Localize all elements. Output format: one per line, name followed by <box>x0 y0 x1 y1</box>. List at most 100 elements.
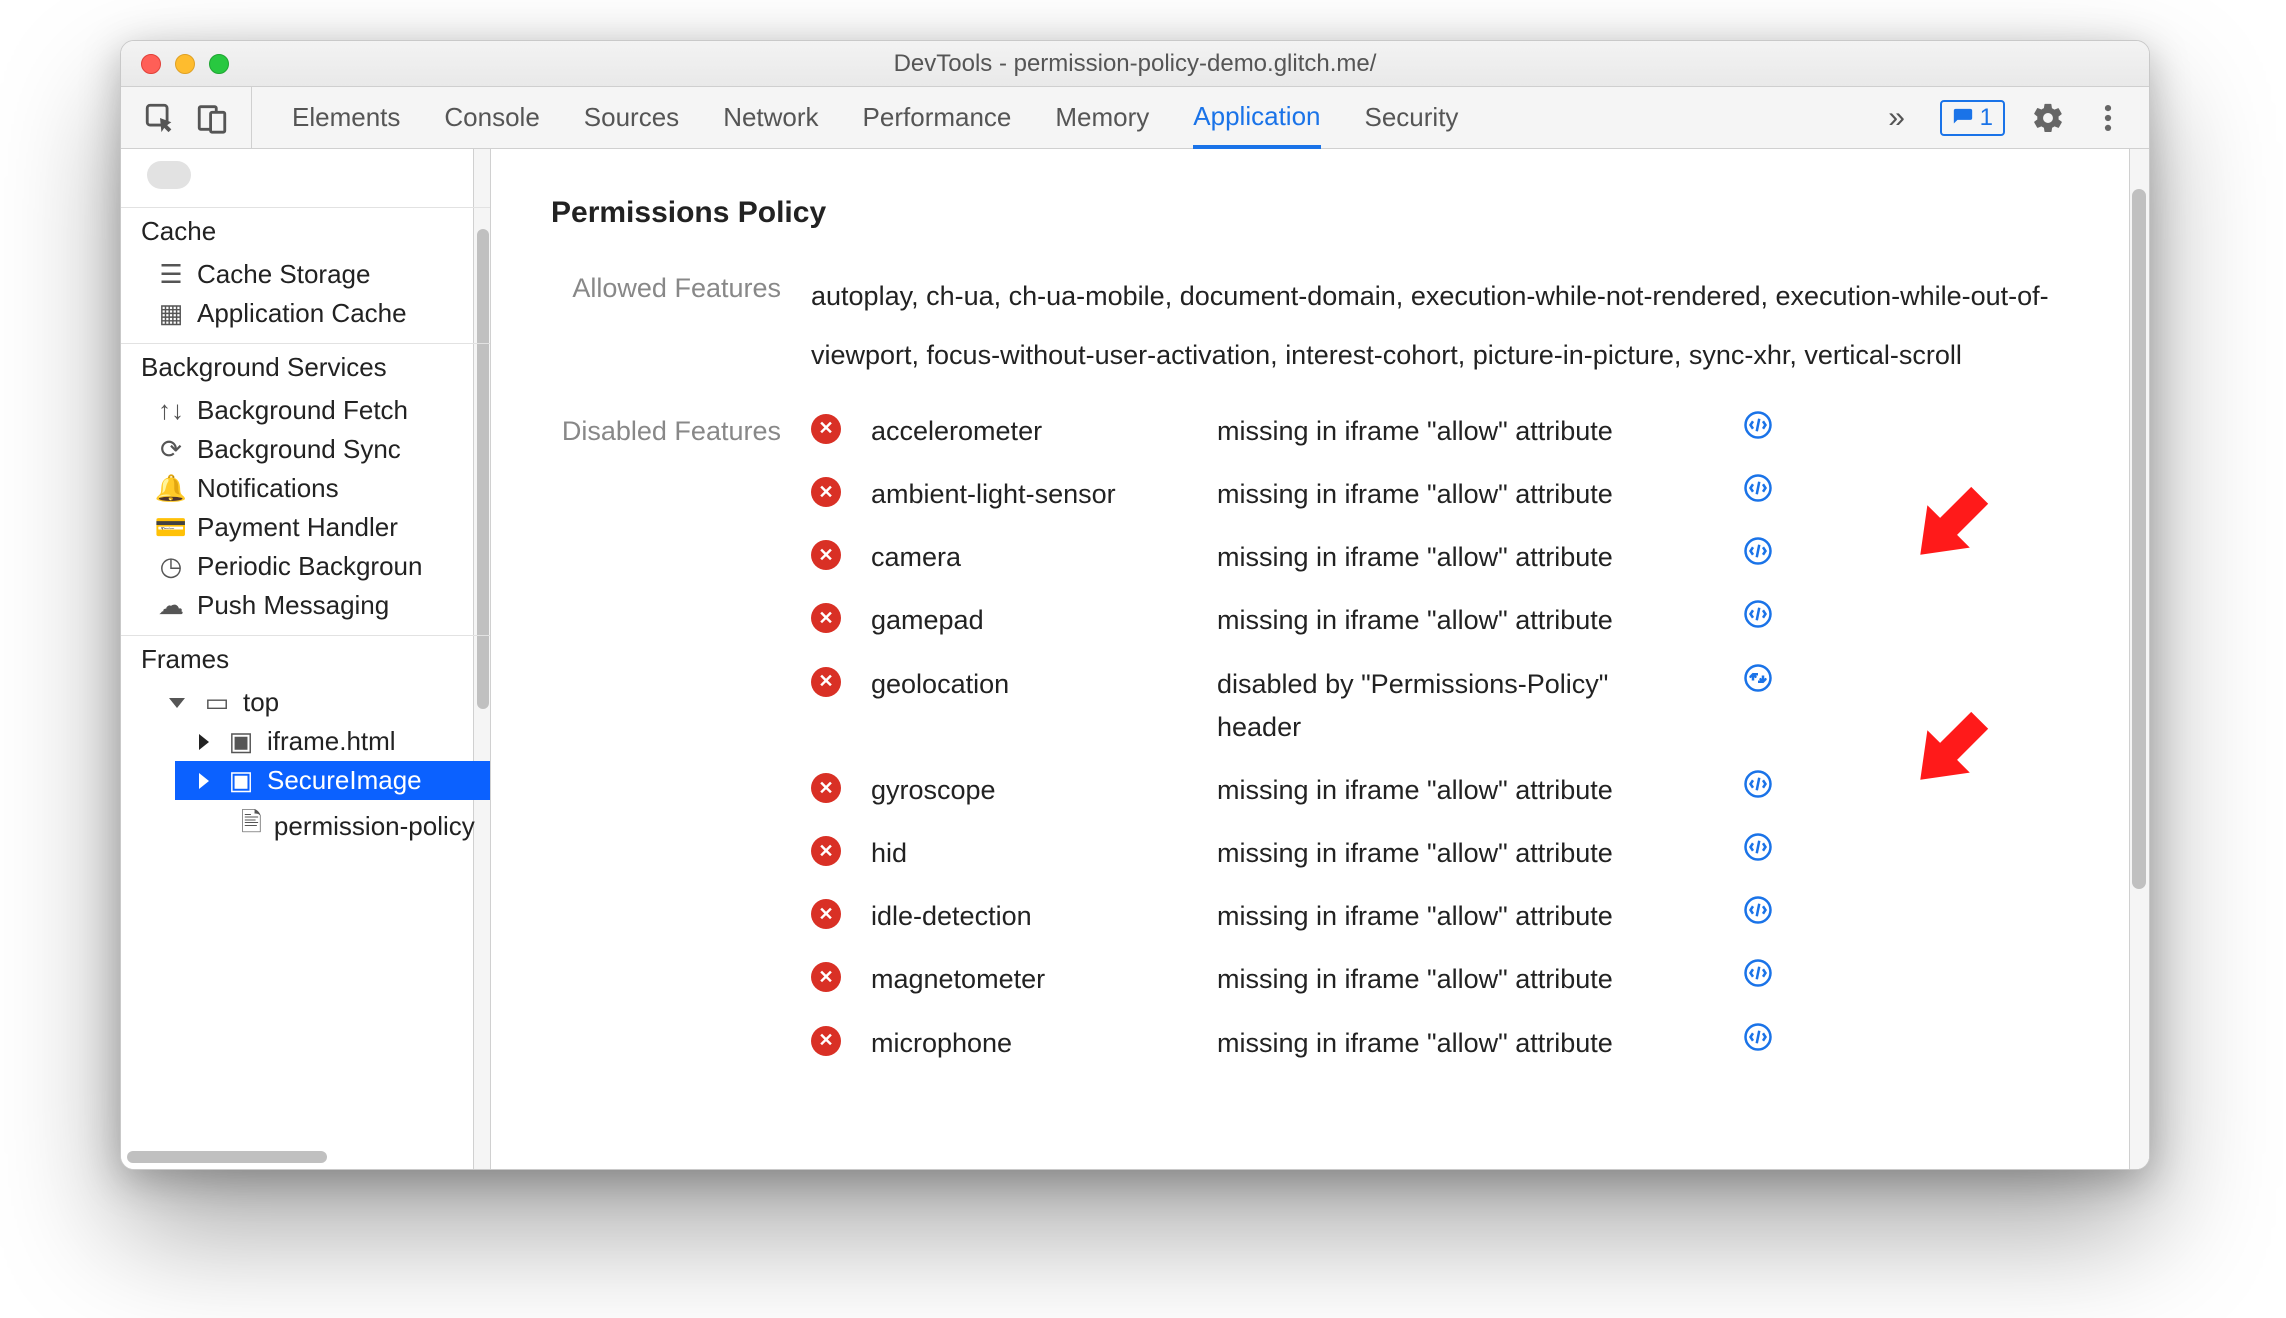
allowed-features-value: autoplay, ch-ua, ch-ua-mobile, document-… <box>811 267 2089 386</box>
sidebar-item-notifications[interactable]: 🔔Notifications <box>121 469 490 508</box>
sidebar-item-background-sync[interactable]: ⟳Background Sync <box>121 430 490 469</box>
feature-reason: missing in iframe "allow" attribute <box>1217 832 1697 875</box>
reveal-element-icon[interactable] <box>1713 473 1803 503</box>
reveal-element-icon[interactable] <box>1713 769 1803 799</box>
error-icon <box>811 414 841 444</box>
devtools-tabbar: Elements Console Sources Network Performance… <box>121 87 2149 149</box>
tab-console[interactable]: Console <box>444 87 539 148</box>
document-icon: 🖹 <box>241 804 262 848</box>
sidebar-scrollbar-horizontal[interactable] <box>127 1151 484 1163</box>
reveal-element-icon[interactable] <box>1713 895 1803 925</box>
annotation-arrow-icon <box>1900 700 2000 805</box>
feature-name: magnetometer <box>871 958 1201 1001</box>
error-icon <box>811 899 841 929</box>
feature-name: hid <box>871 832 1201 875</box>
sync-icon: ⟳ <box>157 434 185 465</box>
frame-icon: ▣ <box>227 726 255 757</box>
feature-reason: missing in iframe "allow" attribute <box>1217 958 1697 1001</box>
cloud-icon: ☁ <box>157 590 185 621</box>
sidebar-frame-secureimage[interactable]: ▣SecureImage <box>175 761 490 800</box>
reveal-element-icon[interactable] <box>1713 832 1803 862</box>
feature-name: accelerometer <box>871 410 1201 453</box>
device-toolbar-icon[interactable] <box>195 101 229 135</box>
sidebar-item-push-messaging[interactable]: ☁Push Messaging <box>121 586 490 625</box>
error-icon <box>811 540 841 570</box>
caret-down-icon <box>169 698 185 708</box>
tab-network[interactable]: Network <box>723 87 818 148</box>
error-icon <box>811 962 841 992</box>
sidebar-frame-iframe[interactable]: ▣iframe.html <box>175 722 490 761</box>
feature-reason: missing in iframe "allow" attribute <box>1217 1022 1697 1065</box>
feature-name: microphone <box>871 1022 1201 1065</box>
clock-icon: ◷ <box>157 551 185 582</box>
error-icon <box>811 477 841 507</box>
annotation-arrow-icon <box>1900 475 2000 580</box>
fetch-icon: ↑↓ <box>157 395 185 426</box>
error-icon <box>811 773 841 803</box>
sidebar-item-payment-handler[interactable]: 💳Payment Handler <box>121 508 490 547</box>
window-icon: ▭ <box>203 687 231 718</box>
sidebar-section-cache: Cache <box>121 207 490 255</box>
card-icon: 💳 <box>157 512 185 543</box>
database-icon: ☰ <box>157 259 185 290</box>
tab-application[interactable]: Application <box>1193 88 1320 149</box>
feature-name: idle-detection <box>871 895 1201 938</box>
feature-name: gyroscope <box>871 769 1201 812</box>
grid-icon: ▦ <box>157 298 185 329</box>
bell-icon: 🔔 <box>157 473 185 504</box>
tab-sources[interactable]: Sources <box>584 87 679 148</box>
feature-name: ambient-light-sensor <box>871 473 1201 516</box>
main-scrollbar-vertical[interactable] <box>2129 149 2149 1169</box>
disabled-features-label: Disabled Features <box>551 410 811 1065</box>
feature-name: camera <box>871 536 1201 579</box>
settings-icon[interactable] <box>2031 101 2065 135</box>
caret-right-icon <box>199 773 209 789</box>
sidebar: Cache ☰Cache Storage ▦Application Cache … <box>121 149 491 1169</box>
devtools-window: DevTools - permission-policy-demo.glitch… <box>120 40 2150 1170</box>
error-icon <box>811 1026 841 1056</box>
reveal-element-icon[interactable] <box>1713 599 1803 629</box>
more-tabs-icon[interactable]: » <box>1880 101 1914 135</box>
feature-reason: missing in iframe "allow" attribute <box>1217 410 1697 453</box>
reveal-element-icon[interactable] <box>1713 1022 1803 1052</box>
error-icon <box>811 603 841 633</box>
page-title: Permissions Policy <box>551 189 2089 237</box>
issues-chip[interactable]: 1 <box>1940 100 2005 136</box>
reveal-element-icon[interactable] <box>1713 410 1803 440</box>
issues-count: 1 <box>1980 104 1993 132</box>
feature-reason: missing in iframe "allow" attribute <box>1217 473 1697 516</box>
sidebar-item-periodic-background[interactable]: ◷Periodic Backgroun <box>121 547 490 586</box>
feature-reason: missing in iframe "allow" attribute <box>1217 599 1697 642</box>
feature-name: geolocation <box>871 663 1201 706</box>
main-pane: Permissions Policy Allowed Features auto… <box>491 149 2149 1169</box>
titlebar: DevTools - permission-policy-demo.glitch… <box>121 41 2149 87</box>
reveal-element-icon[interactable] <box>1713 536 1803 566</box>
tab-security[interactable]: Security <box>1365 87 1459 148</box>
feature-reason: disabled by "Permissions-Policy" header <box>1217 663 1697 749</box>
tab-memory[interactable]: Memory <box>1055 87 1149 148</box>
tab-elements[interactable]: Elements <box>292 87 400 148</box>
window-title: DevTools - permission-policy-demo.glitch… <box>121 50 2149 78</box>
sidebar-frame-permission-policy[interactable]: 🖹permission-policy <box>175 800 490 852</box>
error-icon <box>811 667 841 697</box>
sidebar-collapsed-item <box>147 161 191 189</box>
sidebar-item-cache-storage[interactable]: ☰Cache Storage <box>121 255 490 294</box>
feature-reason: missing in iframe "allow" attribute <box>1217 895 1697 938</box>
caret-right-icon <box>199 734 209 750</box>
reveal-element-icon[interactable] <box>1713 958 1803 988</box>
tab-performance[interactable]: Performance <box>863 87 1012 148</box>
sidebar-section-background: Background Services <box>121 343 490 391</box>
sidebar-section-frames: Frames <box>121 635 490 683</box>
kebab-menu-icon[interactable] <box>2091 101 2125 135</box>
feature-reason: missing in iframe "allow" attribute <box>1217 536 1697 579</box>
feature-reason: missing in iframe "allow" attribute <box>1217 769 1697 812</box>
allowed-features-label: Allowed Features <box>551 267 811 386</box>
feature-name: gamepad <box>871 599 1201 642</box>
frame-icon: ▣ <box>227 765 255 796</box>
sidebar-frame-top[interactable]: ▭top <box>145 683 490 722</box>
reveal-network-icon[interactable] <box>1713 663 1803 693</box>
inspect-icon[interactable] <box>143 101 177 135</box>
sidebar-item-background-fetch[interactable]: ↑↓Background Fetch <box>121 391 490 430</box>
error-icon <box>811 836 841 866</box>
sidebar-item-application-cache[interactable]: ▦Application Cache <box>121 294 490 333</box>
